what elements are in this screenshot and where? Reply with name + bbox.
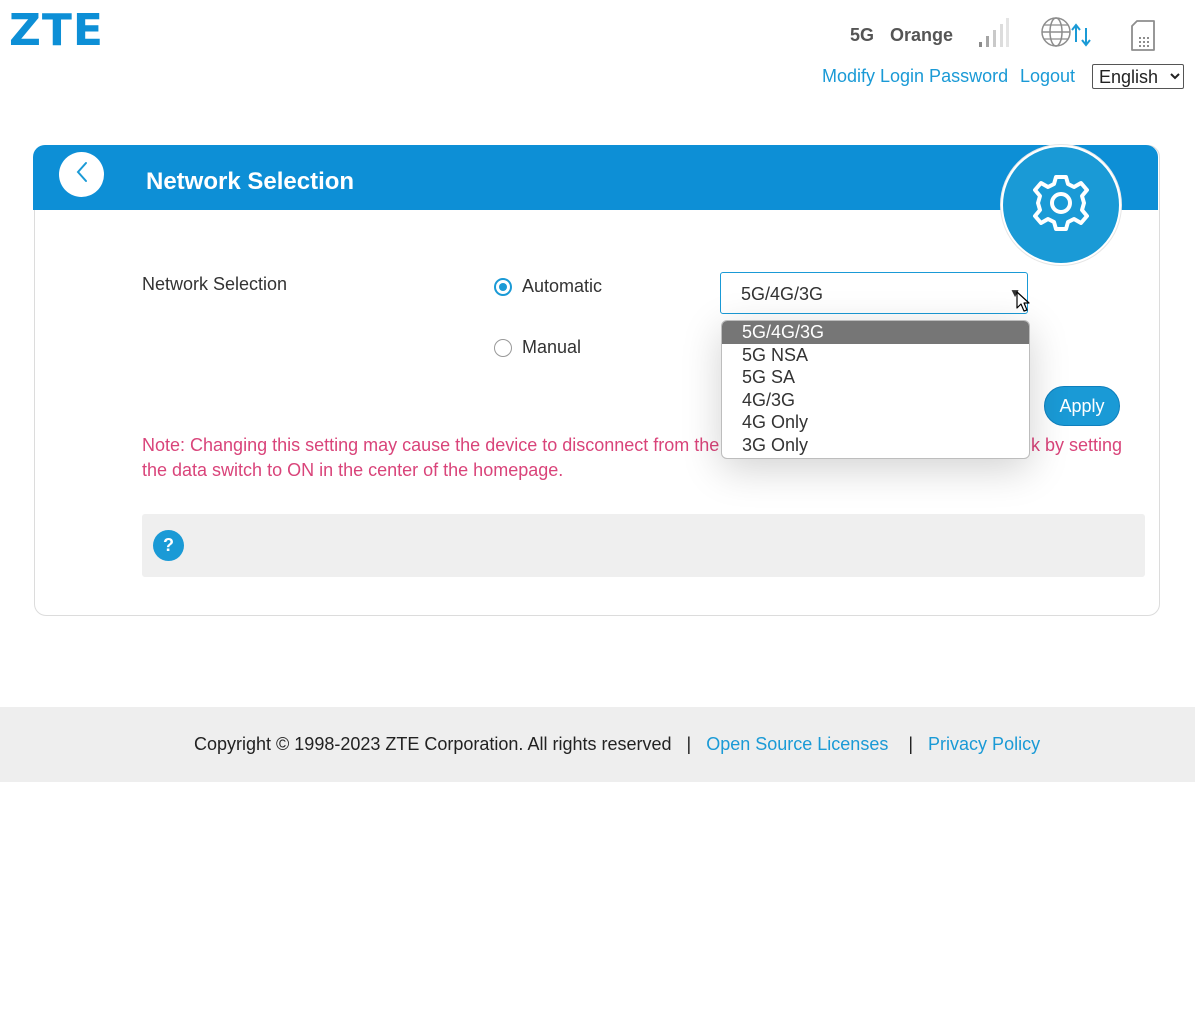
dropdown-option-4g-only[interactable]: 4G Only	[722, 411, 1029, 434]
copyright-text: Copyright © 1998-2023 ZTE Corporation. A…	[194, 734, 672, 754]
network-type-label: 5G	[850, 25, 875, 45]
settings-badge	[1001, 145, 1121, 265]
dropdown-option-5g-4g-3g[interactable]: 5G/4G/3G	[722, 321, 1029, 344]
network-mode-dropdown: 5G/4G/3G 5G NSA 5G SA 4G/3G 4G Only 3G O…	[721, 320, 1030, 459]
dropdown-option-5g-sa[interactable]: 5G SA	[722, 366, 1029, 389]
note-line-1-end: k by setting	[1030, 435, 1122, 455]
chevron-left-icon	[75, 160, 89, 189]
apply-button[interactable]: Apply	[1044, 386, 1120, 426]
gear-icon	[1029, 171, 1093, 240]
sim-card-icon	[1130, 20, 1156, 57]
radio-automatic-indicator[interactable]	[494, 277, 512, 296]
network-selection-label: Network Selection	[142, 274, 288, 294]
radio-manual[interactable]: Manual	[494, 337, 581, 358]
help-icon[interactable]: ?	[153, 530, 184, 561]
radio-manual-indicator[interactable]	[494, 338, 512, 357]
logout-link[interactable]: Logout	[1020, 66, 1075, 87]
back-button[interactable]	[59, 152, 104, 197]
network-mode-value: 5G/4G/3G	[741, 284, 824, 304]
dropdown-option-5g-nsa[interactable]: 5G NSA	[722, 344, 1029, 367]
footer-separator: |	[686, 734, 692, 754]
language-select[interactable]: English	[1092, 64, 1184, 89]
help-panel	[142, 514, 1145, 577]
dropdown-option-3g-only[interactable]: 3G Only	[722, 434, 1029, 457]
radio-automatic-label: Automatic	[522, 276, 603, 296]
modify-login-password-link[interactable]: Modify Login Password	[822, 66, 1008, 87]
open-source-licenses-link[interactable]: Open Source Licenses	[706, 734, 888, 754]
globe-data-icon	[1040, 16, 1094, 53]
radio-automatic[interactable]: Automatic	[494, 276, 602, 297]
dropdown-option-4g-3g[interactable]: 4G/3G	[722, 389, 1029, 412]
radio-manual-label: Manual	[522, 337, 582, 357]
footer-separator: |	[908, 734, 914, 754]
page-title: Network Selection	[146, 168, 355, 195]
footer-content: Copyright © 1998-2023 ZTE Corporation. A…	[194, 734, 1040, 755]
mouse-cursor-icon	[1016, 291, 1030, 318]
note-line-2: the data switch to ON in the center of t…	[142, 460, 564, 480]
network-mode-select[interactable]: 5G/4G/3G ▼	[720, 272, 1028, 314]
privacy-policy-link[interactable]: Privacy Policy	[928, 734, 1040, 754]
zte-logo: ZTE	[9, 5, 104, 56]
carrier-name: Orange	[890, 25, 954, 45]
signal-bars-icon	[978, 17, 1010, 54]
note-line-1: Note: Changing this setting may cause th…	[142, 435, 745, 455]
